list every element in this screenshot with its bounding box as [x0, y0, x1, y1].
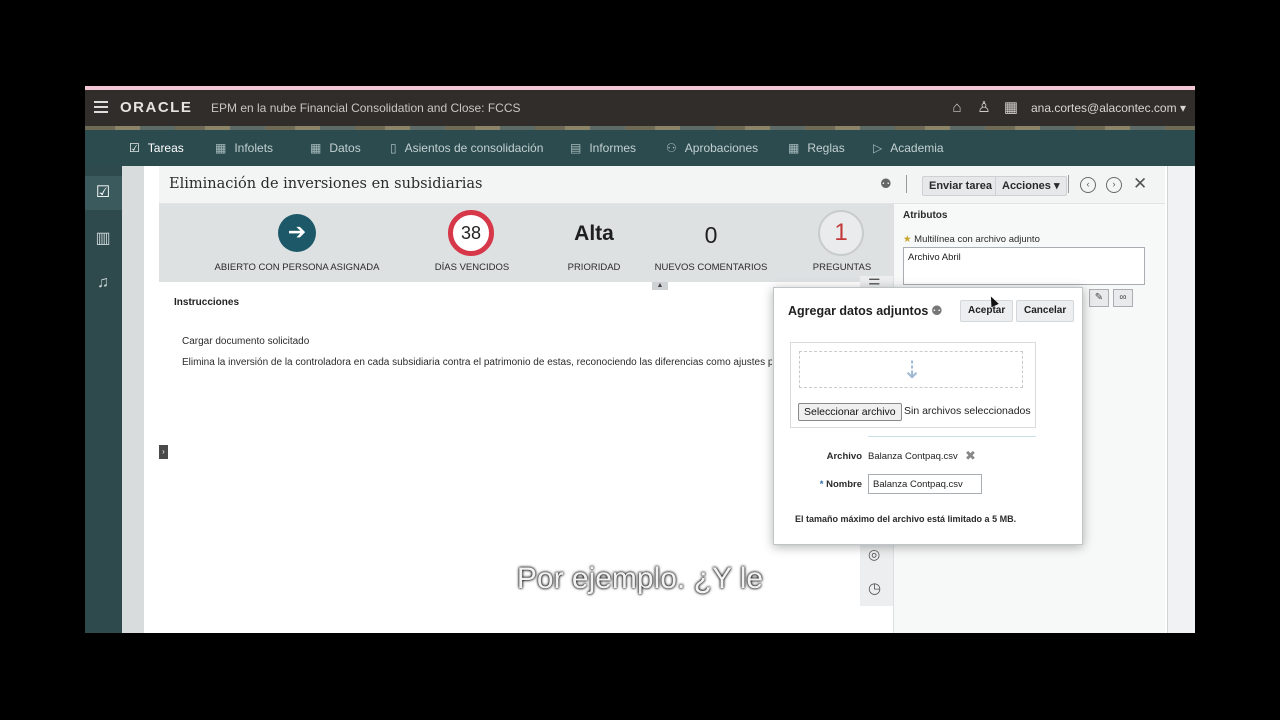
nav-item-academia[interactable]: ▷ Academia — [873, 141, 944, 155]
add-attachment-dialog: Agregar datos adjuntos ⚉ Aceptar Cancela… — [773, 287, 1083, 545]
instruction-line-1: Cargar documento solicitado — [182, 336, 310, 347]
days-overdue-ring: 38 — [448, 210, 494, 256]
notifications-bell-icon[interactable]: ♫ — [93, 273, 113, 293]
main-nav: ☑ Tareas ▦ Infolets ▦ Datos ▯ Asientos de co… — [85, 130, 1195, 166]
tasks-clipboard-icon[interactable]: ☑ — [93, 183, 113, 203]
status-arrow-icon: ➔ — [278, 214, 316, 252]
video-subtitle: Por ejemplo. ¿Y le — [516, 562, 764, 595]
nav-label: Academia — [890, 141, 944, 155]
person-icon: ⚉ — [931, 303, 943, 318]
play-icon: ▷ — [873, 141, 883, 155]
actions-menu-button[interactable]: Acciones ▾ — [995, 176, 1067, 196]
name-input[interactable]: Balanza Contpaq.csv — [868, 474, 982, 494]
nav-item-aprobaciones[interactable]: ⚇ Aprobaciones — [666, 141, 758, 155]
instruction-line-2: Elimina la inversión de la controladora … — [182, 357, 772, 368]
stat-label: PREGUNTAS — [812, 262, 872, 273]
name-label: * Nombre — [782, 479, 862, 490]
previous-icon[interactable]: ‹ — [1080, 177, 1096, 193]
nav-item-tareas[interactable]: ☑ Tareas — [129, 141, 184, 155]
expand-panel-icon[interactable]: › — [159, 445, 168, 459]
nav-item-asientos[interactable]: ▯ Asientos de consolidación — [390, 141, 543, 155]
nav-item-datos[interactable]: ▦ Datos — [310, 141, 361, 155]
required-asterisk: * — [819, 479, 824, 490]
accessibility-icon[interactable]: ♙ — [976, 100, 992, 116]
nav-label: Informes — [589, 141, 637, 155]
grid-icon: ▦ — [788, 141, 800, 155]
navigator-grid-icon[interactable]: ▦ — [1003, 100, 1019, 116]
stat-label: DÍAS VENCIDOS — [434, 262, 510, 273]
remove-file-icon[interactable]: ✖ — [965, 448, 976, 464]
instructions-heading: Instrucciones — [174, 297, 240, 308]
nav-label: Infolets — [234, 141, 274, 155]
name-label-text: Nombre — [826, 479, 862, 490]
attach-paperclip-icon[interactable]: ✎ — [1089, 289, 1109, 307]
stat-value: Alta — [574, 222, 614, 245]
divider — [906, 175, 907, 193]
questions-ring[interactable]: 1 — [818, 210, 864, 256]
close-icon[interactable]: ✕ — [1133, 174, 1147, 194]
star-icon: ★ — [903, 234, 912, 245]
attribute-textarea[interactable]: Archivo Abril — [903, 247, 1145, 285]
nav-label: Datos — [329, 141, 361, 155]
stat-label: ABIERTO CON PERSONA ASIGNADA — [214, 262, 380, 273]
task-stats: ➔ ABIERTO CON PERSONA ASIGNADA 38 DÍAS V… — [159, 204, 893, 282]
schedule-book-icon[interactable]: ▥ — [93, 229, 113, 249]
no-file-text: Sin archivos seleccionados — [904, 405, 1031, 417]
file-value: Balanza Contpaq.csv — [868, 451, 958, 462]
actions-label: Acciones — [1002, 180, 1051, 192]
hamburger-menu-icon[interactable] — [94, 101, 108, 113]
chevron-down-icon: ▾ — [1053, 180, 1060, 192]
oracle-logo: ORACLE — [120, 99, 193, 116]
top-bar: ORACLE EPM en la nube Financial Consolid… — [85, 90, 1195, 126]
nav-label: Reglas — [807, 141, 845, 155]
home-icon[interactable]: ⌂ — [949, 100, 965, 116]
nav-item-infolets[interactable]: ▦ Infolets — [215, 141, 273, 155]
book-icon: ▯ — [390, 141, 397, 155]
stat-label: PRIORIDAD — [567, 262, 621, 273]
size-limit-note: El tamaño máximo del archivo está limita… — [795, 514, 1017, 524]
send-task-button[interactable]: Enviar tarea — [922, 176, 999, 196]
alerts-icon[interactable]: ◎ — [868, 546, 880, 563]
next-icon[interactable]: › — [1106, 177, 1122, 193]
app-window: ORACLE EPM en la nube Financial Consolid… — [85, 86, 1195, 633]
separator — [868, 436, 1036, 437]
file-label: Archivo — [826, 451, 862, 462]
attribute-label-text: Multilínea con archivo adjunto — [914, 234, 1040, 245]
collapse-stats-icon[interactable]: ▲ — [652, 282, 668, 290]
choose-file-button[interactable]: Seleccionar archivo — [798, 403, 902, 421]
task-title: Eliminación de inversiones en subsidiari… — [169, 176, 483, 192]
assignee-person-icon[interactable]: ⚉ — [880, 176, 892, 192]
dialog-title: Agregar datos adjuntos — [788, 304, 929, 318]
people-icon: ⚇ — [666, 141, 677, 155]
task-header: Eliminación de inversiones en subsidiari… — [159, 166, 1165, 204]
cancel-button[interactable]: Cancelar — [1016, 300, 1075, 322]
accept-button[interactable]: Aceptar — [960, 300, 1014, 322]
stat-value: 0 — [704, 222, 718, 248]
attribute-label: ★ Multilínea con archivo adjunto — [903, 234, 1040, 245]
grid-icon: ▦ — [310, 141, 322, 155]
attributes-heading: Atributos — [903, 210, 948, 221]
user-email: ana.cortes@alacontec.com — [1031, 101, 1177, 115]
user-menu[interactable]: ana.cortes@alacontec.com ▾ — [1031, 101, 1186, 115]
nav-label: Asientos de consolidación — [404, 141, 544, 155]
file-drop-zone[interactable]: ⇣ Seleccionar archivo Sin archivos selec… — [790, 342, 1036, 428]
report-icon: ▤ — [570, 141, 582, 155]
nav-label: Aprobaciones — [684, 141, 759, 155]
link-icon[interactable]: ∞ — [1113, 289, 1133, 307]
nav-item-reglas[interactable]: ▦ Reglas — [788, 141, 845, 155]
divider — [1068, 175, 1069, 193]
stat-label: NUEVOS COMENTARIOS — [654, 262, 768, 273]
nav-label: Tareas — [147, 141, 184, 155]
grid-icon: ▦ — [215, 141, 227, 155]
clipboard-icon: ☑ — [129, 141, 140, 155]
drop-target[interactable]: ⇣ — [799, 351, 1023, 388]
file-upload-icon: ⇣ — [901, 357, 923, 384]
app-title: EPM en la nube Financial Consolidation a… — [211, 101, 521, 115]
chevron-down-icon: ▾ — [1179, 101, 1186, 115]
nav-item-informes[interactable]: ▤ Informes — [570, 141, 636, 155]
